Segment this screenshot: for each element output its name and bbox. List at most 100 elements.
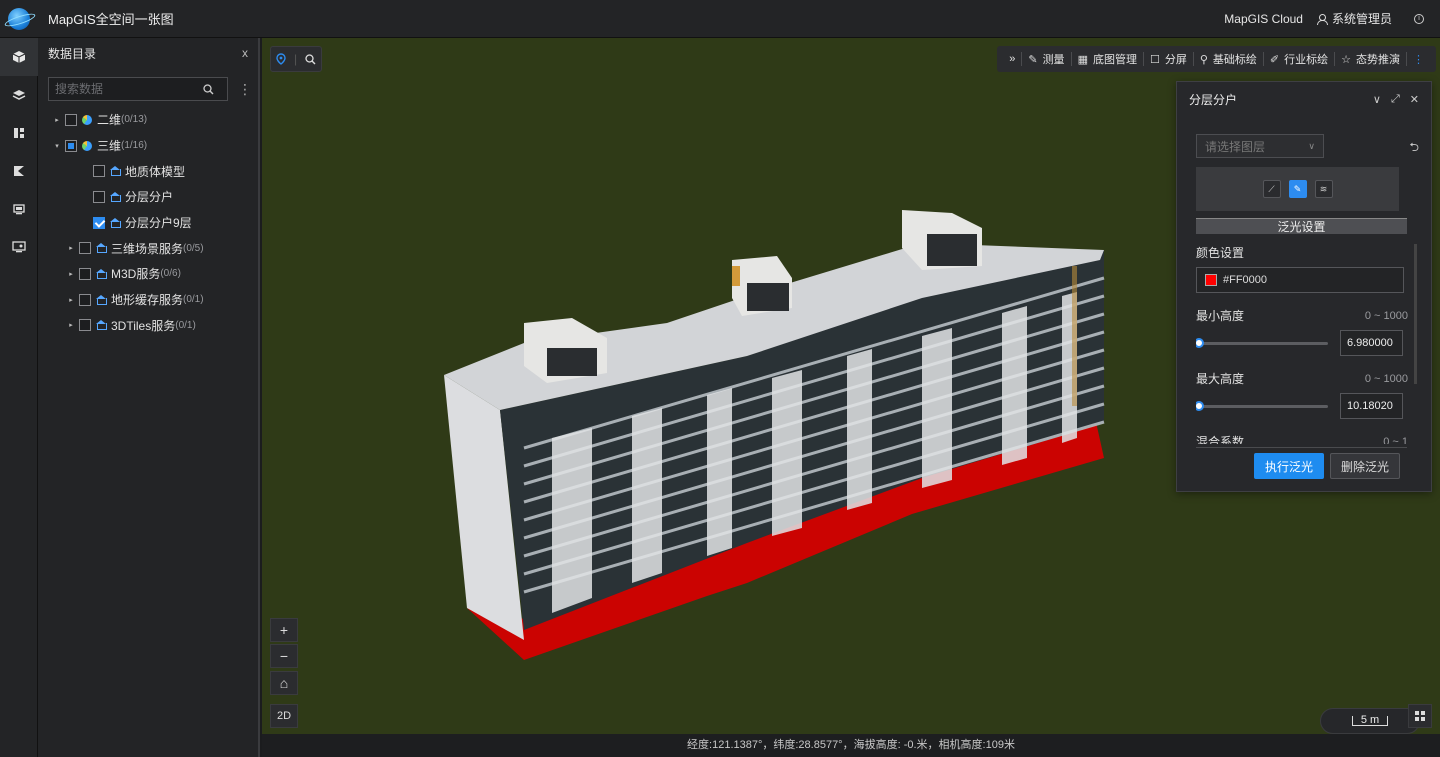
- fullscreen-icon[interactable]: ⤢: [1391, 93, 1400, 106]
- top-header: MapGIS全空间一张图 MapGIS Cloud 系统管理员 i: [0, 0, 1440, 38]
- toolbar-item-grid[interactable]: ▦ 底图管理: [1070, 52, 1143, 66]
- tree-item-count: (0/5): [183, 242, 204, 254]
- rail-catalog[interactable]: [0, 114, 38, 152]
- collapse-icon[interactable]: ∨: [1373, 93, 1381, 106]
- min-height-input[interactable]: 6.980000: [1340, 330, 1403, 356]
- split-icon: ☐: [1149, 53, 1160, 66]
- toolbar-item-split[interactable]: ☐ 分屏: [1142, 52, 1193, 66]
- mode-signal-button[interactable]: ≋: [1314, 180, 1333, 198]
- tree-checkbox[interactable]: [79, 242, 91, 255]
- mix-range: 0 ~ 1: [1383, 435, 1408, 445]
- tree-item-count: (0/1): [175, 319, 196, 331]
- rail-cube[interactable]: [0, 38, 38, 76]
- zoom-out-button[interactable]: −: [270, 644, 298, 668]
- home-button[interactable]: ⌂: [270, 671, 298, 695]
- caret-down-icon[interactable]: ▾: [52, 142, 62, 150]
- color-swatch[interactable]: [1205, 274, 1217, 286]
- tree-item[interactable]: ▾ 三维 (1/16): [38, 133, 258, 159]
- toolbar-item-ruler[interactable]: ✎ 测量: [1021, 52, 1070, 66]
- toolbar-item-star[interactable]: ☆ 态势推演: [1334, 52, 1406, 66]
- tree-item-label: 三维场景服务: [111, 241, 184, 256]
- cloud-link[interactable]: MapGIS Cloud: [1224, 12, 1303, 26]
- caret-right-icon[interactable]: ▸: [66, 296, 76, 304]
- toolbar-more-icon[interactable]: ⋮: [1406, 52, 1430, 66]
- search-input[interactable]: [55, 82, 203, 96]
- left-rail: [0, 38, 38, 757]
- rail-monitor[interactable]: [0, 190, 38, 228]
- tree-checkbox[interactable]: [93, 190, 105, 203]
- tree-checkbox[interactable]: [65, 113, 77, 126]
- tree-item-label: 地形缓存服务: [111, 293, 184, 308]
- tree-item[interactable]: 地质体模型: [38, 158, 258, 184]
- tree-checkbox[interactable]: [93, 165, 105, 178]
- tree-item[interactable]: ▸ 三维场景服务 (0/5): [38, 235, 258, 261]
- zoom-in-button[interactable]: +: [270, 618, 298, 642]
- dialog-title: 分层分户: [1189, 92, 1238, 107]
- reset-icon[interactable]: ⮌: [1409, 138, 1419, 159]
- toolbar-item-label: 底图管理: [1092, 54, 1137, 66]
- tree-item[interactable]: ▸ 二维 (0/13): [38, 107, 258, 133]
- data-tree: ▸ 二维 (0/13) ▾ 三维 (1/16) 地质体模型 分层分户 分层分户9层 ▸ 三维场景服务…: [38, 107, 258, 338]
- building-icon: [96, 320, 107, 331]
- toolbar-item-pin[interactable]: ⚲ 基础标绘: [1192, 52, 1263, 66]
- ruler-icon: ✎: [1028, 53, 1038, 66]
- panel-close-button[interactable]: x: [242, 46, 248, 60]
- toolbar-expand-button[interactable]: »: [1003, 52, 1021, 66]
- caret-right-icon[interactable]: ▸: [66, 244, 76, 252]
- tree-item[interactable]: 分层分户: [38, 184, 258, 210]
- rail-layers[interactable]: [0, 76, 38, 114]
- toolbar-item-label: 测量: [1042, 54, 1065, 66]
- building-icon: [96, 294, 107, 305]
- layer-select[interactable]: 请选择图层 ∨: [1196, 134, 1324, 158]
- apply-glow-button[interactable]: 执行泛光: [1254, 453, 1324, 479]
- map-search-icon[interactable]: [305, 53, 316, 65]
- tree-item[interactable]: ▸ 3DTiles服务 (0/1): [38, 313, 258, 339]
- max-height-slider[interactable]: [1196, 400, 1328, 411]
- tree-checkbox[interactable]: [79, 319, 91, 332]
- tree-item-count: (1/16): [121, 140, 148, 152]
- toolbar-item-label: 分屏: [1164, 54, 1187, 66]
- max-height-input[interactable]: 10.18020: [1340, 393, 1403, 419]
- section-title: 泛光设置: [1196, 218, 1407, 234]
- min-height-handle[interactable]: [1196, 337, 1204, 348]
- status-bar: 经度:121.1387°，纬度:28.8577°，海拔高度: -0.米，相机高度…: [262, 734, 1440, 757]
- remove-glow-button[interactable]: 删除泛光: [1330, 453, 1400, 479]
- building-icon: [96, 268, 107, 279]
- tree-item[interactable]: ▸ M3D服务 (0/6): [38, 261, 258, 287]
- info-icon[interactable]: i: [1414, 13, 1424, 24]
- grid-icon: ▦: [1077, 53, 1088, 66]
- location-pin-icon[interactable]: [276, 53, 286, 65]
- chevron-down-icon: ∨: [1308, 140, 1315, 151]
- caret-right-icon[interactable]: ▸: [66, 270, 76, 278]
- search-icon[interactable]: [203, 83, 214, 95]
- legend-button[interactable]: [1408, 704, 1432, 728]
- mode-pick-button[interactable]: ⟋: [1262, 180, 1281, 198]
- caret-right-icon[interactable]: ▸: [52, 116, 62, 124]
- tree-item-label: 三维: [97, 139, 122, 154]
- app-logo[interactable]: [0, 0, 38, 38]
- max-height-handle[interactable]: [1196, 400, 1205, 411]
- screen-icon: [12, 241, 26, 253]
- tree-checkbox[interactable]: [93, 216, 105, 229]
- brush-icon: ✎: [1293, 183, 1302, 194]
- more-options-icon[interactable]: ⋮: [238, 82, 252, 96]
- dialog-close-icon[interactable]: ✕: [1410, 93, 1419, 106]
- rail-screen[interactable]: [0, 228, 38, 266]
- tree-checkbox[interactable]: [65, 139, 77, 152]
- min-height-slider[interactable]: [1196, 337, 1328, 348]
- wifi-icon: ≋: [1319, 183, 1328, 194]
- caret-right-icon[interactable]: ▸: [66, 321, 76, 329]
- tree-item-label: 二维: [97, 113, 122, 128]
- tree-item[interactable]: 分层分户9层: [38, 210, 258, 236]
- tree-checkbox[interactable]: [79, 293, 91, 306]
- toggle-2d-button[interactable]: 2D: [270, 704, 298, 728]
- color-field[interactable]: #FF0000: [1196, 267, 1404, 293]
- tree-item[interactable]: ▸ 地形缓存服务 (0/1): [38, 287, 258, 313]
- analysis-icon: [14, 166, 24, 176]
- tree-item-count: (0/13): [121, 114, 148, 126]
- mode-glow-button[interactable]: ✎: [1288, 180, 1307, 198]
- user-menu[interactable]: 系统管理员: [1316, 10, 1392, 27]
- rail-analysis[interactable]: [0, 152, 38, 190]
- toolbar-item-pen[interactable]: ✐ 行业标绘: [1262, 52, 1334, 66]
- tree-checkbox[interactable]: [79, 267, 91, 280]
